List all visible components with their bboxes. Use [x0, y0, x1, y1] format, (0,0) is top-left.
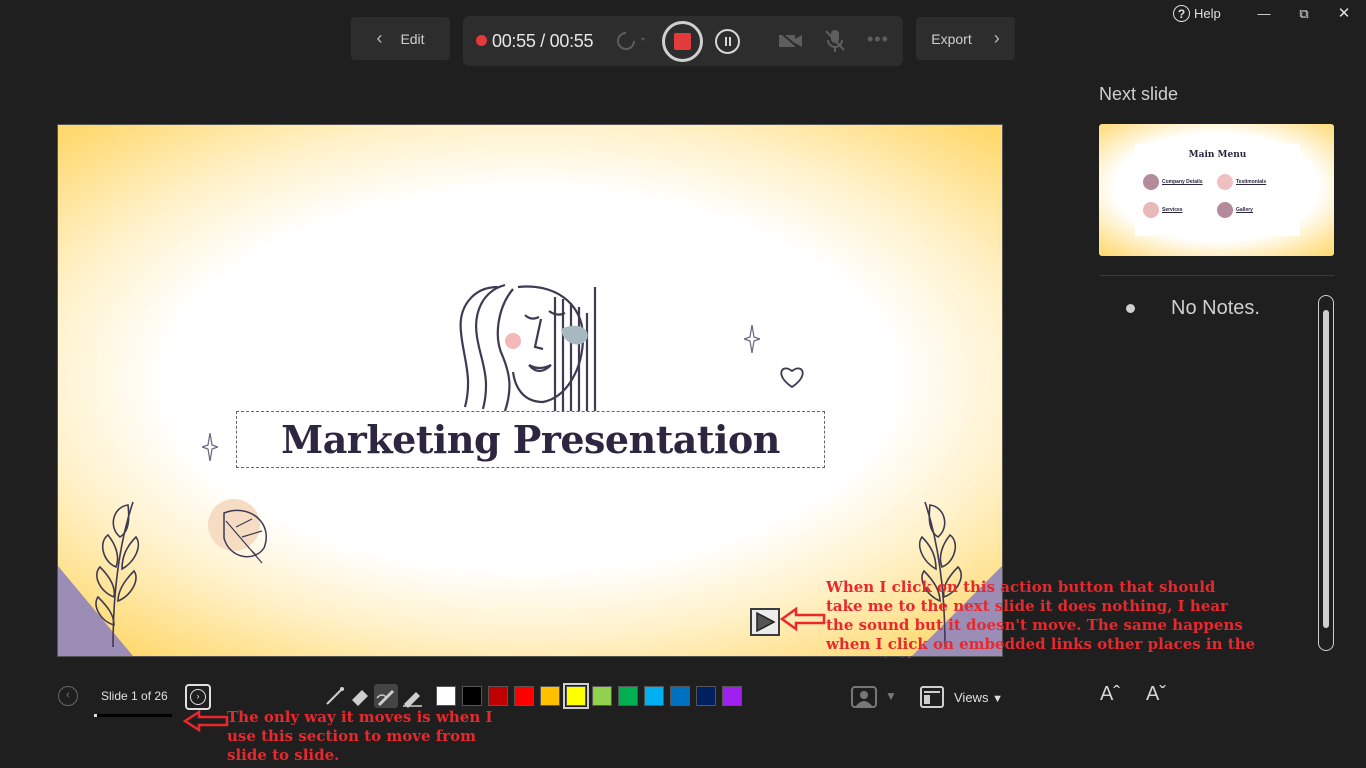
presenter-camera-icon[interactable]	[851, 686, 877, 708]
progress-fill	[94, 714, 98, 717]
pen-color-swatch[interactable]	[540, 686, 560, 706]
sparkle-icon	[744, 325, 760, 353]
arrow-annotation-icon	[183, 710, 229, 732]
recording-indicator-icon	[476, 35, 487, 46]
bullet-icon	[1126, 304, 1135, 313]
next-slide-button[interactable]: ›	[185, 684, 211, 710]
sparkle-icon	[202, 433, 218, 461]
help-label: Help	[1194, 6, 1221, 21]
close-button[interactable]: ✕	[1334, 4, 1354, 24]
retake-icon[interactable]	[615, 30, 649, 52]
notes-scrollbar[interactable]	[1318, 295, 1334, 651]
chevron-right-icon: ›	[993, 28, 1000, 48]
slide-counter[interactable]: Slide 1 of 26	[101, 689, 168, 703]
thumbnail-menu-item: Gallery	[1217, 202, 1253, 218]
pen-color-swatch[interactable]	[436, 686, 456, 706]
thumbnail-menu-item: Testimonials	[1217, 174, 1266, 190]
minimize-button[interactable]: —	[1254, 4, 1274, 24]
thumbnail-menu-item: Company Details	[1143, 174, 1203, 190]
slide-progress-bar[interactable]	[94, 714, 172, 717]
monstera-leaf-illustration	[208, 499, 267, 564]
pen-color-swatch[interactable]	[462, 686, 482, 706]
previous-slide-button[interactable]: ‹	[58, 686, 78, 706]
pen-color-swatch[interactable]	[618, 686, 638, 706]
pen-icon[interactable]	[374, 684, 398, 708]
views-menu-button[interactable]: Views ▼	[954, 690, 1003, 705]
next-slide-label: Next slide	[1099, 84, 1179, 104]
thumbnail-menu-item: Services	[1143, 202, 1183, 218]
pen-color-swatch[interactable]	[488, 686, 508, 706]
image-icon	[1217, 202, 1233, 218]
annotation-action-button: When I click on this action button that …	[826, 578, 1256, 658]
views-label: Views	[954, 690, 989, 705]
scrollbar-thumb[interactable]	[1323, 310, 1329, 628]
chevron-right-icon: ›	[190, 689, 206, 705]
views-layout-icon[interactable]	[920, 686, 944, 708]
annotation-navigation: The only way it moves is when I use this…	[227, 708, 493, 764]
woman-face-illustration	[459, 283, 597, 412]
thumbnail-content: Main Menu Company Details Testimonials S…	[1135, 144, 1300, 236]
next-slide-action-button[interactable]	[750, 608, 780, 636]
document-icon	[1143, 174, 1159, 190]
export-label: Export	[931, 30, 972, 47]
highlighter-icon[interactable]	[400, 684, 424, 708]
pause-button[interactable]	[715, 29, 740, 54]
help-icon: ?	[1173, 5, 1190, 22]
camera-off-icon[interactable]	[777, 30, 805, 52]
pen-color-swatch[interactable]	[722, 686, 742, 706]
recording-timer: 00:55 / 00:55	[492, 31, 594, 51]
next-slide-thumbnail[interactable]: Main Menu Company Details Testimonials S…	[1099, 124, 1334, 256]
pen-color-swatch[interactable]	[644, 686, 664, 706]
decrease-font-button[interactable]: Aˇ	[1146, 683, 1166, 706]
speaker-notes: No Notes.	[1171, 297, 1260, 319]
dropdown-arrow-icon[interactable]: ▼	[885, 689, 897, 703]
stop-icon	[674, 33, 691, 50]
pen-color-swatch[interactable]	[592, 686, 612, 706]
branch-illustration	[95, 501, 140, 647]
tools-icon	[1143, 202, 1159, 218]
restore-button[interactable]: ⧉	[1294, 4, 1314, 24]
pen-color-swatch[interactable]	[670, 686, 690, 706]
pen-color-swatch[interactable]	[696, 686, 716, 706]
edit-label: Edit	[400, 30, 425, 47]
help-button[interactable]: ? Help	[1173, 5, 1221, 22]
chevron-left-icon: ‹	[376, 28, 383, 48]
arrow-annotation-icon	[780, 607, 826, 631]
recording-controls: 00:55 / 00:55 •••	[463, 16, 903, 66]
microphone-off-icon[interactable]	[823, 28, 847, 54]
chevron-down-icon: ▼	[992, 693, 1003, 705]
stop-recording-button[interactable]	[662, 21, 703, 62]
heart-icon	[780, 367, 804, 389]
edit-button[interactable]: ‹ Edit	[351, 17, 450, 60]
thumbnail-title: Main Menu	[1188, 150, 1247, 160]
panel-divider	[1099, 275, 1334, 276]
more-options-icon[interactable]: •••	[867, 29, 889, 50]
laser-pointer-icon[interactable]	[323, 684, 347, 708]
eraser-icon[interactable]	[348, 684, 372, 708]
increase-font-button[interactable]: Aˆ	[1100, 683, 1120, 706]
export-button[interactable]: Export ›	[916, 17, 1015, 60]
megaphone-icon	[1217, 174, 1233, 190]
pen-color-swatch[interactable]	[563, 683, 589, 709]
play-icon	[756, 611, 776, 633]
slide-title[interactable]: Marketing Presentation	[236, 411, 825, 468]
pen-color-swatch[interactable]	[514, 686, 534, 706]
